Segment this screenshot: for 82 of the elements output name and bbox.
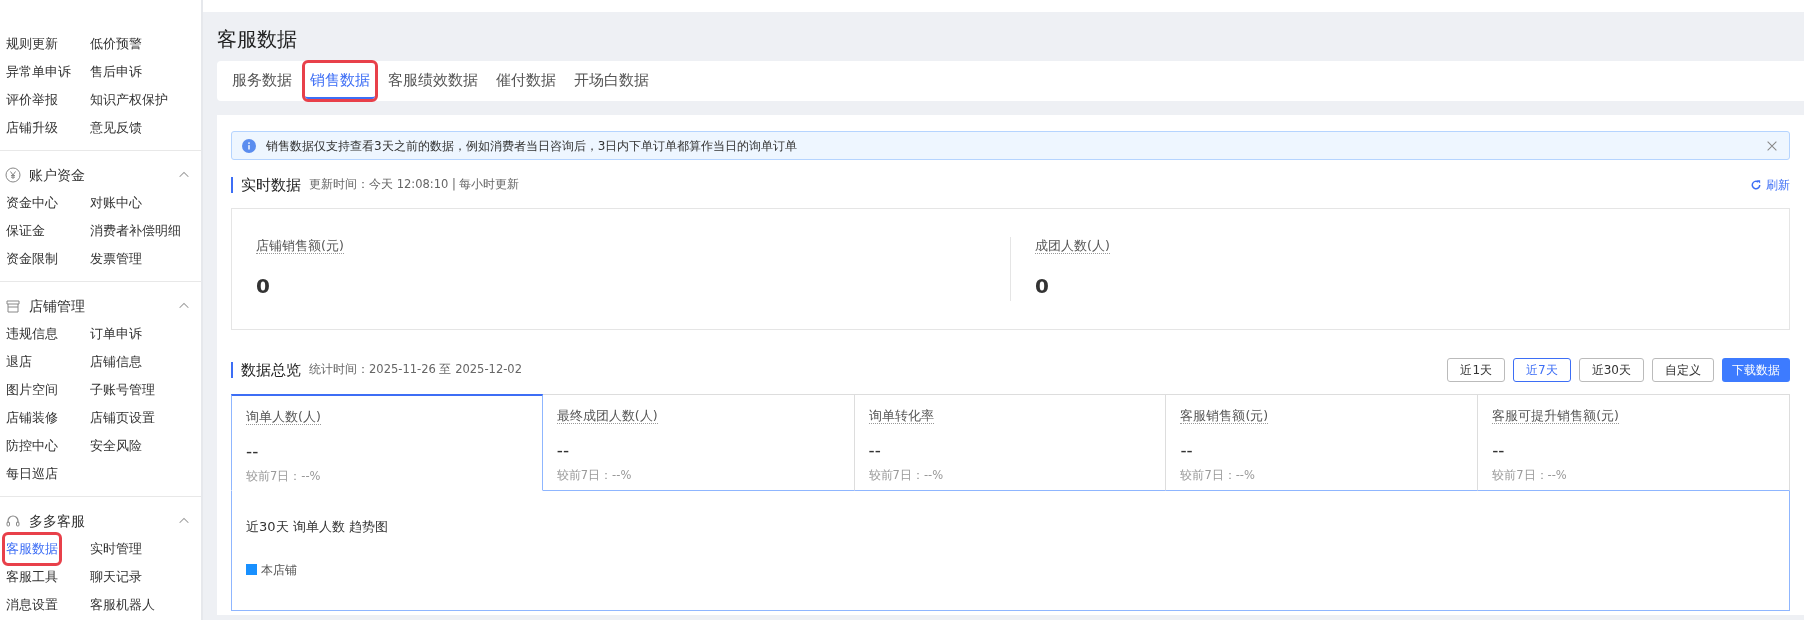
sidebar-link[interactable]: 退店	[5, 348, 33, 376]
sidebar-link[interactable]: 异常单申诉	[5, 58, 72, 86]
store-icon	[5, 298, 21, 314]
metric-tile[interactable]: 询单转化率 -- 较前7日：--%	[854, 394, 1167, 491]
sidebar-link[interactable]: 低价预警	[89, 30, 143, 58]
sidebar-link[interactable]: 评价举报	[5, 86, 59, 114]
info-icon	[242, 138, 256, 153]
sidebar-link[interactable]: 资金中心	[5, 189, 59, 217]
tab[interactable]: 客服绩效数据	[383, 62, 483, 100]
range-button[interactable]: 近1天	[1447, 358, 1506, 382]
range-button[interactable]: 近30天	[1578, 358, 1644, 382]
metric-value: --	[868, 438, 882, 462]
metric-tile[interactable]: 最终成团人数(人) -- 较前7日：--%	[542, 394, 855, 491]
metric-label: 客服可提升销售额(元)	[1492, 408, 1619, 424]
metric-tile[interactable]: 询单人数(人) -- 较前7日：--%	[231, 394, 543, 491]
tab[interactable]: 开场白数据	[569, 62, 654, 100]
page-title: 客服数据	[217, 26, 298, 53]
metric-label: 询单转化率	[868, 408, 934, 424]
tab[interactable]: 催付数据	[491, 62, 561, 100]
section-title: 数据总览	[231, 362, 301, 378]
sidebar-link[interactable]: 图片空间	[5, 376, 59, 404]
sidebar-link[interactable]: 订单申诉	[89, 320, 143, 348]
tab[interactable]: 销售数据	[305, 62, 375, 100]
section-title: 店铺管理	[29, 296, 85, 316]
metric-compare: 较前7日：--%	[246, 468, 322, 486]
sidebar-link[interactable]: 店铺升级	[5, 114, 59, 142]
metric-tile[interactable]: 客服销售额(元) -- 较前7日：--%	[1166, 394, 1479, 491]
sidebar-link[interactable]: 安全风险	[89, 432, 143, 460]
range-button[interactable]: 近7天	[1513, 358, 1571, 382]
section-title: 多多客服	[29, 511, 85, 531]
sidebar-link[interactable]: 保证金	[5, 217, 46, 245]
sidebar-link[interactable]: 客服工具	[5, 563, 59, 591]
sidebar-link[interactable]: 消息设置	[5, 591, 59, 619]
section-title: 账户资金	[29, 165, 85, 185]
sidebar-link[interactable]: 店铺信息	[89, 348, 143, 376]
metric-value: --	[246, 439, 260, 463]
chart-title: 近30天 询单人数 趋势图	[246, 518, 389, 536]
sidebar-link[interactable]: 售后申诉	[89, 58, 143, 86]
metric-value: 0	[256, 273, 271, 301]
metric-compare: 较前7日：--%	[1492, 467, 1568, 485]
update-time: 更新时间：今天 12:08:10 | 每小时更新	[309, 176, 520, 194]
notice-text: 销售数据仅支持查看3天之前的数据，例如消费者当日咨询后，3日内下单订单都算作当日的询单订单	[266, 137, 799, 155]
metric-value: 0	[1035, 273, 1050, 301]
range-button[interactable]: 自定义	[1652, 358, 1714, 382]
sidebar-link[interactable]: 子账号管理	[89, 376, 156, 404]
refresh-icon	[1750, 179, 1762, 191]
sidebar-link[interactable]: 店铺页设置	[89, 404, 156, 432]
sidebar-link[interactable]: 聊天记录	[89, 563, 143, 591]
sidebar-link[interactable]: 知识产权保护	[89, 86, 169, 114]
metric-label: 店铺销售额(元)	[256, 237, 344, 254]
sidebar-link[interactable]: 店铺装修	[5, 404, 59, 432]
refresh-link[interactable]: 刷新	[1750, 176, 1790, 194]
metric-label: 成团人数(人)	[1035, 237, 1110, 254]
legend-label: 本店铺	[261, 561, 297, 579]
sidebar-link[interactable]: 发票管理	[89, 245, 143, 273]
tab[interactable]: 服务数据	[227, 62, 297, 100]
sidebar-link[interactable]: 每日巡店	[5, 460, 59, 488]
metric-label: 询单人数(人)	[246, 409, 321, 425]
download-button[interactable]: 下载数据	[1722, 358, 1790, 382]
metric-value: --	[556, 438, 571, 462]
sidebar-link[interactable]: 防控中心	[5, 432, 59, 460]
yen-icon	[5, 167, 21, 183]
sidebar-link[interactable]: 客服数据	[5, 535, 59, 563]
metric-compare: 较前7日：--%	[556, 467, 633, 485]
section-title: 实时数据	[231, 177, 301, 193]
metric-label: 客服销售额(元)	[1180, 408, 1269, 424]
sidebar-link[interactable]: 规则更新	[5, 30, 59, 58]
metric-tile[interactable]: 客服可提升销售额(元) -- 较前7日：--%	[1478, 394, 1790, 491]
headset-icon	[5, 513, 21, 529]
metric-label: 最终成团人数(人)	[556, 408, 658, 424]
sidebar-link[interactable]: 对账中心	[89, 189, 143, 217]
metric-compare: 较前7日：--%	[1180, 467, 1256, 485]
sidebar-link[interactable]: 违规信息	[5, 320, 59, 348]
sidebar-link[interactable]: 实时管理	[89, 535, 143, 563]
sidebar-link[interactable]: 客服机器人	[89, 591, 156, 619]
sidebar-link[interactable]: 消费者补偿明细	[89, 217, 182, 245]
sidebar-link[interactable]: 资金限制	[5, 245, 59, 273]
metric-value: --	[1492, 438, 1506, 462]
metric-value: --	[1180, 438, 1194, 462]
metric-compare: 较前7日：--%	[868, 467, 945, 485]
sidebar-link[interactable]: 意见反馈	[89, 114, 143, 142]
date-range: 统计时间：2025-11-26 至 2025-12-02	[309, 361, 522, 379]
